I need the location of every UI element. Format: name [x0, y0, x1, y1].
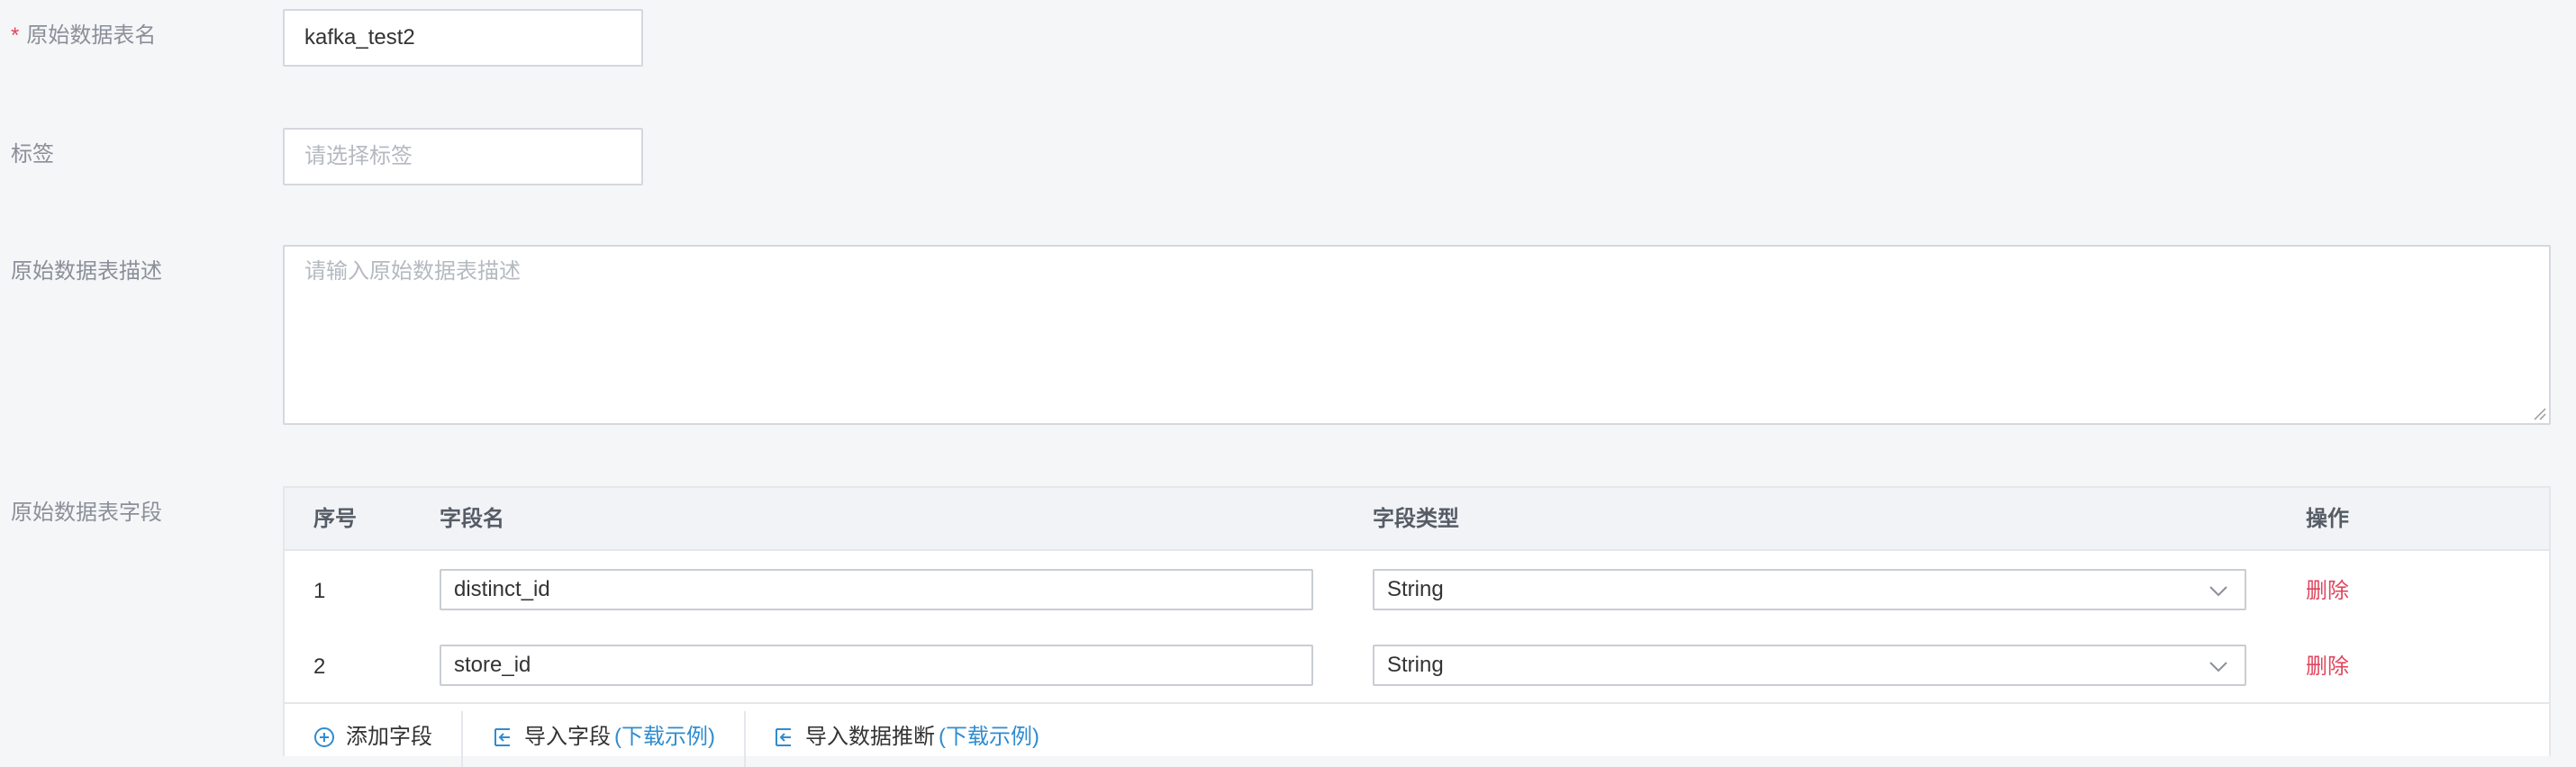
fields-label: 原始数据表字段: [11, 501, 162, 525]
field-type-value: String: [1387, 577, 1444, 601]
row-index: 2: [313, 654, 326, 679]
tags-select[interactable]: 请选择标签: [283, 128, 643, 185]
field-name-input[interactable]: store_id: [440, 645, 1313, 686]
field-type-value: String: [1387, 653, 1444, 677]
chevron-down-icon: [2209, 586, 2227, 597]
download-example-link[interactable]: (下载示例): [939, 724, 1039, 751]
table-name-input[interactable]: kafka_test2: [283, 9, 643, 67]
field-type-select[interactable]: String: [1373, 645, 2246, 686]
header-action: 操作: [2306, 507, 2349, 531]
table-name-label-text: 原始数据表名: [26, 23, 157, 48]
tags-label: 标签: [11, 142, 54, 167]
header-type: 字段类型: [1373, 507, 1459, 531]
import-icon: [776, 728, 791, 746]
field-name-input[interactable]: distinct_id: [440, 569, 1313, 610]
row-index: 1: [313, 579, 326, 603]
required-star: *: [11, 23, 20, 48]
import-field-button[interactable]: 导入字段 (下载示例): [492, 724, 715, 751]
download-example-link[interactable]: (下载示例): [614, 724, 715, 751]
description-placeholder: 请输入原始数据表描述: [304, 259, 521, 284]
table-row: 2 store_id String 删除: [285, 627, 2549, 702]
add-field-label: 添加字段: [346, 725, 432, 749]
plus-circle-icon: [314, 727, 334, 747]
table-row: 1 distinct_id String 删除: [285, 551, 2549, 627]
import-icon: [494, 728, 510, 746]
import-infer-button[interactable]: 导入数据推断 (下载示例): [773, 724, 1039, 751]
resize-handle-icon[interactable]: [2531, 405, 2547, 421]
field-type-select[interactable]: String: [1373, 569, 2246, 610]
import-field-label: 导入字段: [524, 725, 611, 749]
chevron-down-icon: [2209, 662, 2227, 672]
fields-table: 序号 字段名 字段类型 操作 1 distinct_id String 删除 2…: [283, 486, 2551, 767]
table-header: 序号 字段名 字段类型 操作: [285, 488, 2549, 551]
description-textarea[interactable]: 请输入原始数据表描述: [283, 245, 2551, 425]
header-index: 序号: [313, 507, 357, 531]
table-name-label: * 原始数据表名: [11, 22, 156, 50]
import-infer-label: 导入数据推断: [805, 725, 935, 749]
description-label: 原始数据表描述: [11, 259, 162, 284]
add-field-button[interactable]: 添加字段: [313, 724, 432, 751]
header-name: 字段名: [440, 507, 504, 531]
toolbar-divider: [744, 711, 746, 767]
toolbar-divider: [461, 711, 463, 767]
delete-link[interactable]: 删除: [2306, 578, 2349, 605]
delete-link[interactable]: 删除: [2306, 654, 2349, 681]
